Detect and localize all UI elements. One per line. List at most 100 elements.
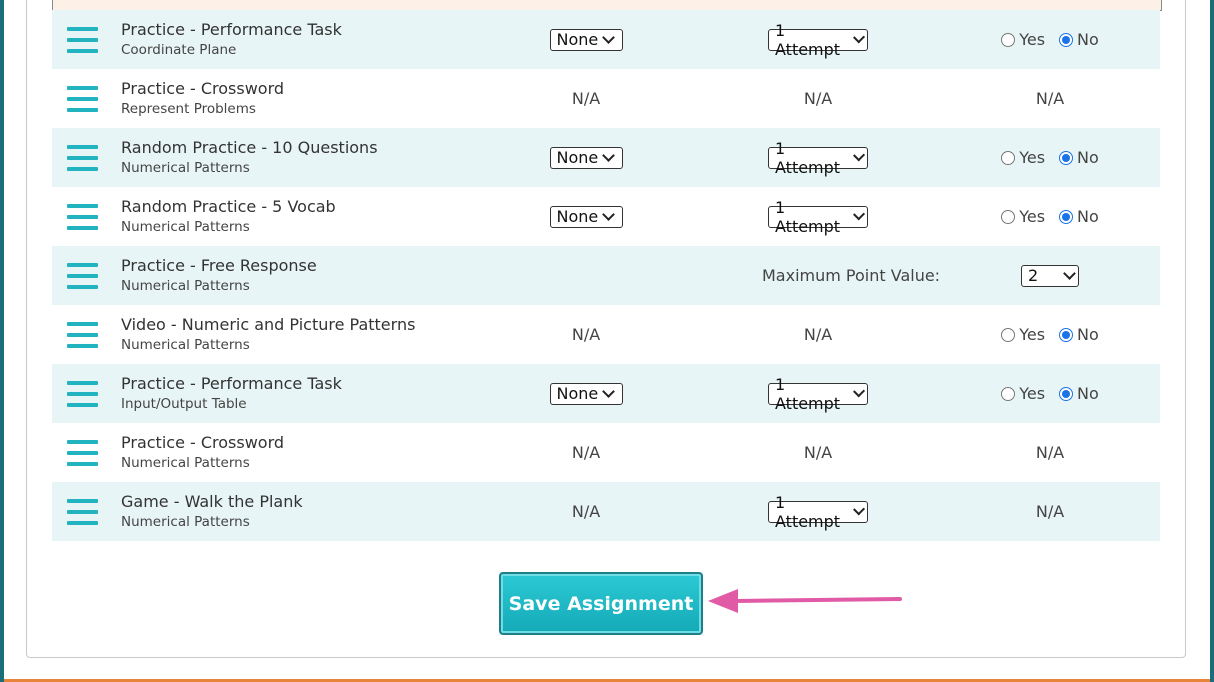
- chevron-down-icon: [602, 385, 616, 398]
- drag-handle-icon[interactable]: [67, 440, 98, 466]
- attempts-select-value: 1 Attempt: [775, 20, 841, 59]
- activity-subtitle: Numerical Patterns: [121, 514, 250, 530]
- hints-select[interactable]: None: [549, 28, 623, 51]
- activity-title: Random Practice - 10 Questions: [121, 138, 378, 157]
- attempts-na: N/A: [803, 443, 833, 462]
- max-point-value-label: Maximum Point Value:: [762, 266, 941, 285]
- activity-title: Practice - Performance Task: [121, 374, 342, 393]
- drag-handle-icon[interactable]: [67, 322, 98, 348]
- activity-subtitle: Coordinate Plane: [121, 42, 237, 58]
- chevron-down-icon: [852, 31, 865, 44]
- chevron-down-icon: [852, 503, 865, 516]
- drag-handle-icon[interactable]: [67, 381, 98, 407]
- table-row: Practice - Performance Task Input/Output…: [52, 364, 1160, 423]
- hints-na: N/A: [571, 89, 601, 108]
- table-row: Random Practice - 5 Vocab Numerical Patt…: [52, 187, 1160, 246]
- attempts-select[interactable]: 1 Attempt: [768, 198, 868, 236]
- hints-select[interactable]: None: [549, 205, 623, 228]
- hints-na: N/A: [571, 502, 601, 521]
- attempts-na: N/A: [803, 325, 833, 344]
- attempts-select[interactable]: 1 Attempt: [768, 375, 868, 413]
- no-radio[interactable]: [1059, 32, 1074, 47]
- activity-subtitle: Numerical Patterns: [121, 455, 250, 471]
- activity-subtitle: Numerical Patterns: [121, 278, 250, 294]
- activity-title: Practice - Crossword: [121, 433, 285, 452]
- yes-no-radio-group: Yes No: [1001, 30, 1099, 49]
- pointer-arrow-icon: [708, 589, 902, 613]
- table-row: Game - Walk the Plank Numerical Patterns…: [52, 482, 1160, 541]
- activity-subtitle: Numerical Patterns: [121, 160, 250, 176]
- table-row: Practice - Crossword Numerical Patterns …: [52, 423, 1160, 482]
- no-label: No: [1077, 30, 1099, 49]
- hints-select-value: None: [556, 207, 599, 226]
- chevron-down-icon: [852, 385, 865, 398]
- yes-no-radio-group: Yes No: [1001, 207, 1099, 226]
- yes-label: Yes: [1019, 384, 1046, 403]
- table-row: Practice - Performance Task Coordinate P…: [52, 10, 1160, 69]
- table-row: Practice - Free Response Numerical Patte…: [52, 246, 1160, 305]
- activity-subtitle: Represent Problems: [121, 101, 256, 117]
- drag-handle-icon[interactable]: [67, 204, 98, 230]
- attempts-select[interactable]: 1 Attempt: [768, 21, 868, 59]
- yes-radio[interactable]: [1001, 327, 1016, 342]
- window-frame-right: [1210, 0, 1214, 682]
- review-na: N/A: [1035, 89, 1065, 108]
- chevron-down-icon: [852, 149, 865, 162]
- yes-no-radio-group: Yes No: [1001, 325, 1099, 344]
- hints-select-value: None: [556, 384, 599, 403]
- save-assignment-button[interactable]: Save Assignment: [499, 572, 703, 635]
- max-point-value-select[interactable]: 2: [1021, 264, 1079, 287]
- yes-label: Yes: [1019, 325, 1046, 344]
- drag-handle-icon[interactable]: [67, 86, 98, 112]
- hints-select-value: None: [556, 148, 599, 167]
- no-radio[interactable]: [1059, 327, 1074, 342]
- attempts-na: N/A: [803, 89, 833, 108]
- no-label: No: [1077, 207, 1099, 226]
- attempts-select[interactable]: 1 Attempt: [768, 493, 868, 531]
- hints-select[interactable]: None: [549, 382, 623, 405]
- activity-subtitle: Numerical Patterns: [121, 337, 250, 353]
- activity-title: Video - Numeric and Picture Patterns: [121, 315, 416, 334]
- attempts-select-value: 1 Attempt: [775, 374, 841, 413]
- activity-table: Practice - Performance Task Coordinate P…: [52, 10, 1160, 541]
- drag-handle-icon[interactable]: [67, 499, 98, 525]
- no-label: No: [1077, 325, 1099, 344]
- yes-radio[interactable]: [1001, 32, 1016, 47]
- yes-label: Yes: [1019, 30, 1046, 49]
- review-na: N/A: [1035, 443, 1065, 462]
- table-row: Random Practice - 10 Questions Numerical…: [52, 128, 1160, 187]
- activity-title: Practice - Performance Task: [121, 20, 342, 39]
- activity-subtitle: Input/Output Table: [121, 396, 247, 412]
- hints-select[interactable]: None: [549, 146, 623, 169]
- attempts-select[interactable]: 1 Attempt: [768, 139, 868, 177]
- no-radio[interactable]: [1059, 386, 1074, 401]
- yes-label: Yes: [1019, 207, 1046, 226]
- window-frame-left: [0, 0, 4, 682]
- yes-radio[interactable]: [1001, 209, 1016, 224]
- max-point-value: 2: [1028, 266, 1039, 285]
- chevron-down-icon: [602, 31, 616, 44]
- hints-na: N/A: [571, 443, 601, 462]
- yes-radio[interactable]: [1001, 150, 1016, 165]
- yes-no-radio-group: Yes No: [1001, 148, 1099, 167]
- activity-title: Practice - Free Response: [121, 256, 317, 275]
- yes-no-radio-group: Yes No: [1001, 384, 1099, 403]
- review-na: N/A: [1035, 502, 1065, 521]
- no-radio[interactable]: [1059, 209, 1074, 224]
- drag-handle-icon[interactable]: [67, 27, 98, 53]
- yes-label: Yes: [1019, 148, 1046, 167]
- table-row: Video - Numeric and Picture Patterns Num…: [52, 305, 1160, 364]
- table-row: Practice - Crossword Represent Problems …: [52, 69, 1160, 128]
- chevron-down-icon: [852, 208, 865, 221]
- activity-subtitle: Numerical Patterns: [121, 219, 250, 235]
- chevron-down-icon: [1063, 267, 1076, 280]
- yes-radio[interactable]: [1001, 386, 1016, 401]
- drag-handle-icon[interactable]: [67, 263, 98, 289]
- chevron-down-icon: [602, 149, 616, 162]
- hints-select-value: None: [556, 30, 599, 49]
- chevron-down-icon: [602, 208, 616, 221]
- no-radio[interactable]: [1059, 150, 1074, 165]
- drag-handle-icon[interactable]: [67, 145, 98, 171]
- attempts-select-value: 1 Attempt: [775, 197, 841, 236]
- activity-title: Game - Walk the Plank: [121, 492, 303, 511]
